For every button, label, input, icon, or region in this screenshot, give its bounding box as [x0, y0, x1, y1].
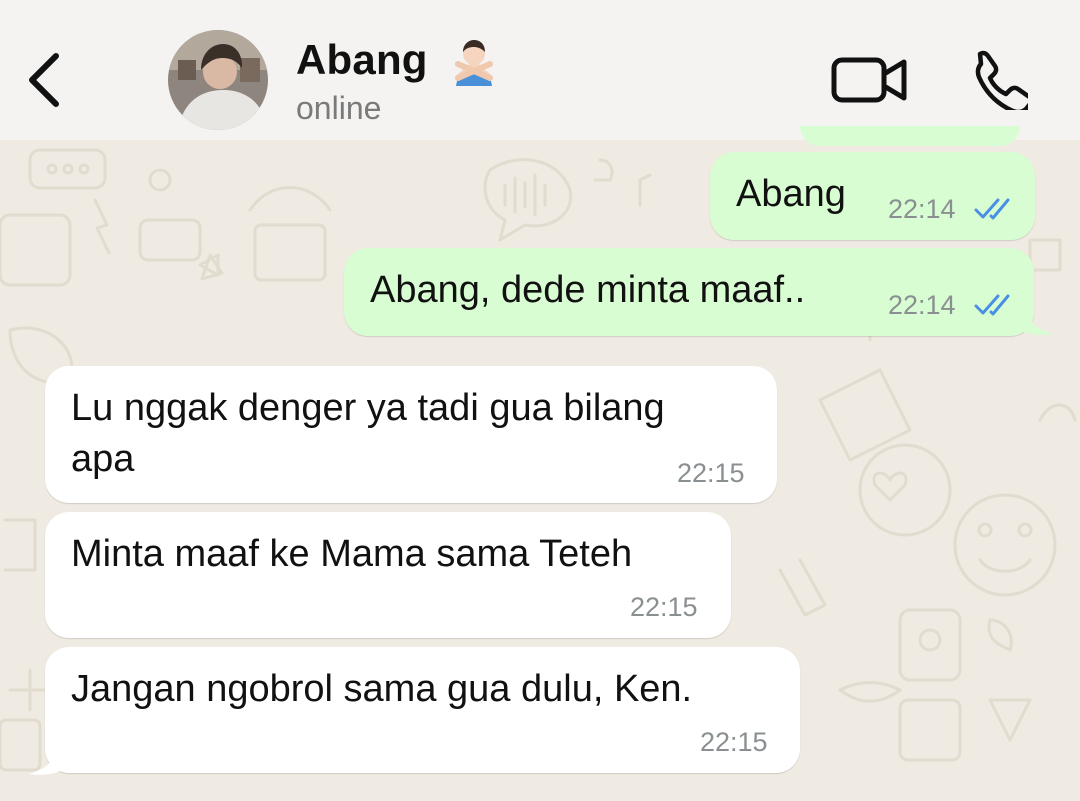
message-text-line-1: Lu nggak denger ya tadi gua bilang	[71, 387, 665, 429]
avatar[interactable]	[168, 30, 268, 130]
incoming-message[interactable]: Jangan ngobrol sama gua dulu, Ken. 22:15	[45, 647, 800, 773]
message-time: 22:15	[630, 592, 698, 622]
chat-header: Abang online	[0, 0, 1080, 140]
chevron-left-icon[interactable]	[24, 48, 64, 112]
previous-message-edge	[800, 126, 1020, 146]
message-time: 22:14	[888, 290, 956, 320]
person-gesturing-no-emoji	[455, 40, 493, 86]
outgoing-message[interactable]: Abang 22:14	[710, 152, 1035, 240]
message-time: 22:15	[677, 458, 745, 488]
read-ticks-icon	[974, 294, 1010, 316]
bubble-tail	[1020, 300, 1054, 335]
contact-name[interactable]: Abang	[296, 36, 428, 84]
message-text: Minta maaf ke Mama sama Teteh	[71, 533, 633, 575]
message-text: Abang	[736, 173, 846, 215]
message-text-line-2: apa	[71, 438, 135, 480]
online-status: online	[296, 90, 382, 126]
incoming-message[interactable]: Minta maaf ke Mama sama Teteh 22:15	[45, 512, 731, 638]
message-time: 22:15	[700, 727, 768, 757]
bubble-tail	[28, 740, 62, 775]
message-text: Abang, dede minta maaf..	[370, 269, 806, 311]
read-ticks-icon	[974, 198, 1010, 220]
incoming-message[interactable]: Lu nggak denger ya tadi gua bilang apa 2…	[45, 366, 777, 503]
video-camera-icon[interactable]	[830, 54, 910, 106]
message-text: Jangan ngobrol sama gua dulu, Ken.	[71, 668, 693, 710]
phone-icon[interactable]	[966, 48, 1028, 110]
outgoing-message[interactable]: Abang, dede minta maaf.. 22:14	[344, 248, 1034, 336]
message-time: 22:14	[888, 194, 956, 224]
